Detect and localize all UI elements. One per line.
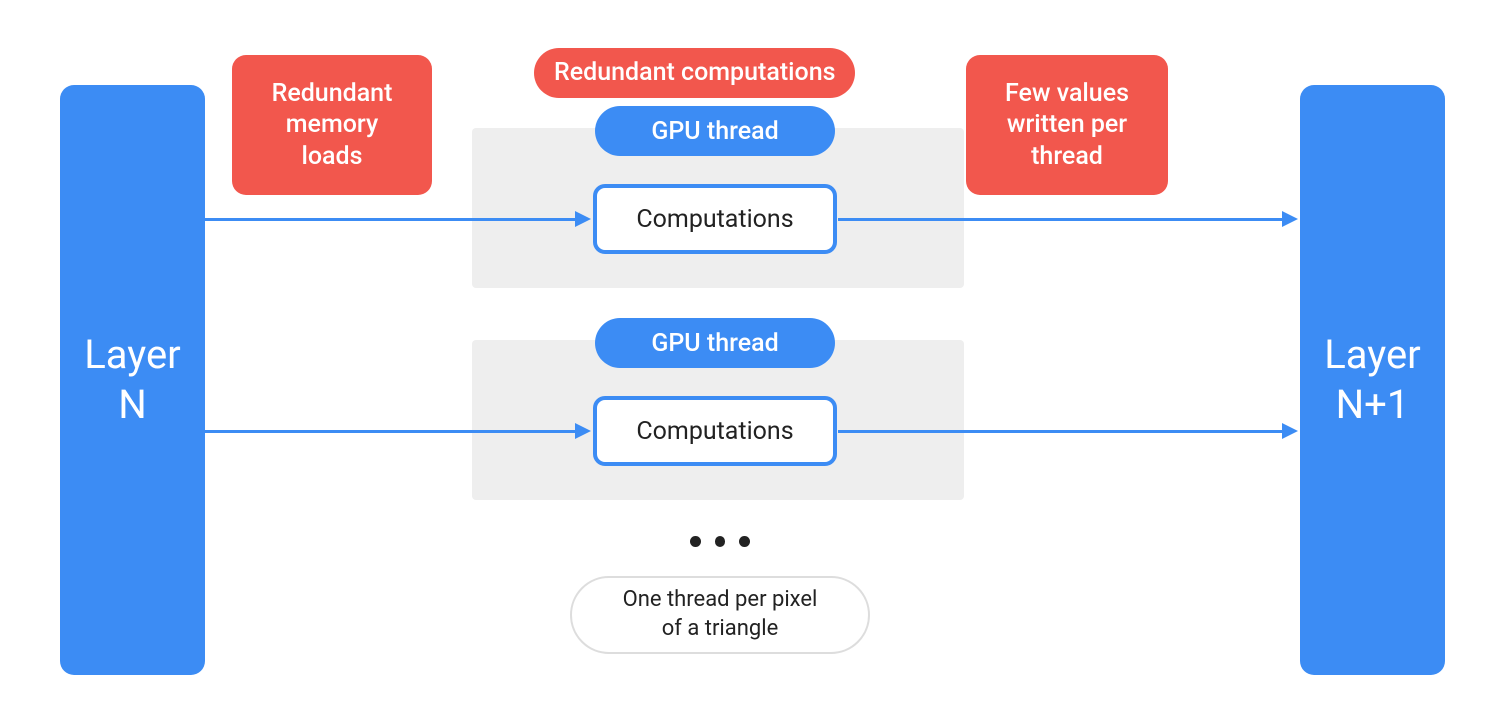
layer-n-box: Layer N <box>60 85 205 675</box>
callout-few-values: Few values written per thread <box>966 55 1168 195</box>
arrow-1b-line <box>838 218 1284 221</box>
thread-pill-1: GPU thread <box>595 106 835 156</box>
dot-icon <box>739 536 750 547</box>
thread-pill-2: GPU thread <box>595 318 835 368</box>
arrow-2a-line <box>205 430 577 433</box>
layer-n1-box: Layer N+1 <box>1300 85 1445 675</box>
computations-box-1: Computations <box>593 184 837 254</box>
arrow-1b-head <box>1282 211 1298 227</box>
dot-icon <box>690 536 701 547</box>
ellipsis-dots <box>690 536 750 547</box>
layer-n1-label: Layer N+1 <box>1324 330 1420 430</box>
arrow-1a-line <box>205 218 577 221</box>
arrow-1a-head <box>575 211 591 227</box>
layer-n-label: Layer N <box>84 330 180 430</box>
callout-redundant-memory: Redundant memory loads <box>232 55 432 195</box>
footer-note-pill: One thread per pixel of a triangle <box>570 576 870 654</box>
dot-icon <box>715 536 726 547</box>
arrow-2b-head <box>1282 423 1298 439</box>
arrow-2b-line <box>838 430 1284 433</box>
computations-box-2: Computations <box>593 396 837 466</box>
callout-redundant-computations: Redundant computations <box>534 48 855 98</box>
arrow-2a-head <box>575 423 591 439</box>
